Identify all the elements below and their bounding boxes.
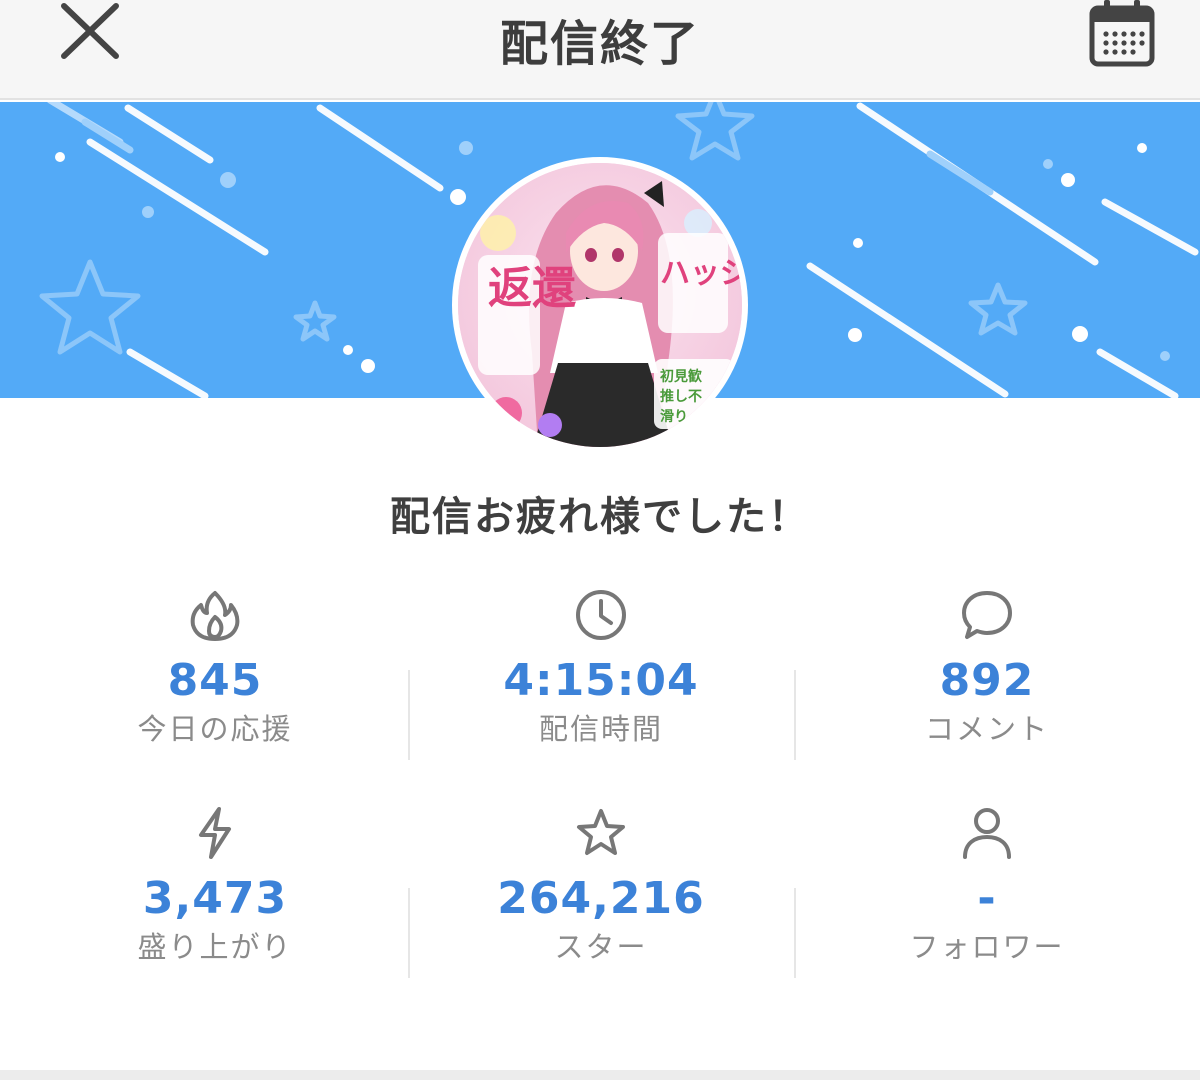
calendar-icon	[1089, 0, 1155, 67]
avatar-text-henkan: 返還	[488, 263, 576, 314]
stat-comments: 892 コメント	[794, 587, 1180, 747]
stat-support: 845 今日の応援	[22, 587, 408, 747]
speech-bubble-icon	[962, 591, 1012, 639]
stat-duration-label: 配信時間	[538, 712, 663, 746]
avatar-text-suberi: 滑り	[660, 408, 688, 425]
stat-duration-value: 4:15:04	[503, 655, 699, 706]
greeting-text: 配信お疲れ様でした！	[390, 494, 810, 540]
flame-icon	[190, 591, 240, 641]
avatar-image: 返還 ハッジ 初見歓 推し不 滑り	[458, 163, 742, 447]
page-title: 配信終了	[499, 16, 700, 72]
stat-excitement-value: 3,473	[142, 873, 288, 924]
avatar-text-shokan: 初見歓	[660, 368, 702, 385]
star-icon	[577, 809, 625, 855]
avatar-illustration: 返還 ハッジ 初見歓 推し不 滑り	[458, 163, 742, 447]
stat-excitement: 3,473 盛り上がり	[22, 805, 408, 965]
stat-followers-value: -	[977, 873, 997, 924]
clock-icon	[576, 590, 626, 640]
stat-comments-value: 892	[939, 655, 1035, 706]
stat-excitement-label: 盛り上がり	[137, 930, 293, 964]
stat-followers-label: フォロワー	[909, 930, 1065, 964]
stat-stars-label: スター	[554, 930, 648, 964]
stat-support-value: 845	[167, 655, 263, 706]
stat-comments-label: コメント	[924, 712, 1049, 746]
lightning-icon	[199, 807, 231, 859]
person-icon	[963, 808, 1011, 859]
header-bar: 配信終了	[0, 0, 1200, 100]
calendar-button[interactable]	[1084, 0, 1160, 70]
stat-support-label: 今日の応援	[137, 712, 293, 746]
avatar-text-badge: ハッジ	[660, 256, 742, 291]
avatar-text-oshi: 推し不	[660, 388, 702, 405]
bottom-divider	[0, 1070, 1200, 1080]
stat-stars-value: 264,216	[497, 873, 705, 924]
stat-stars: 264,216 スター	[408, 805, 794, 965]
stat-followers: - フォロワー	[794, 805, 1180, 965]
stat-duration: 4:15:04 配信時間	[408, 587, 794, 747]
avatar[interactable]: 返還 ハッジ 初見歓 推し不 滑り	[452, 157, 748, 453]
